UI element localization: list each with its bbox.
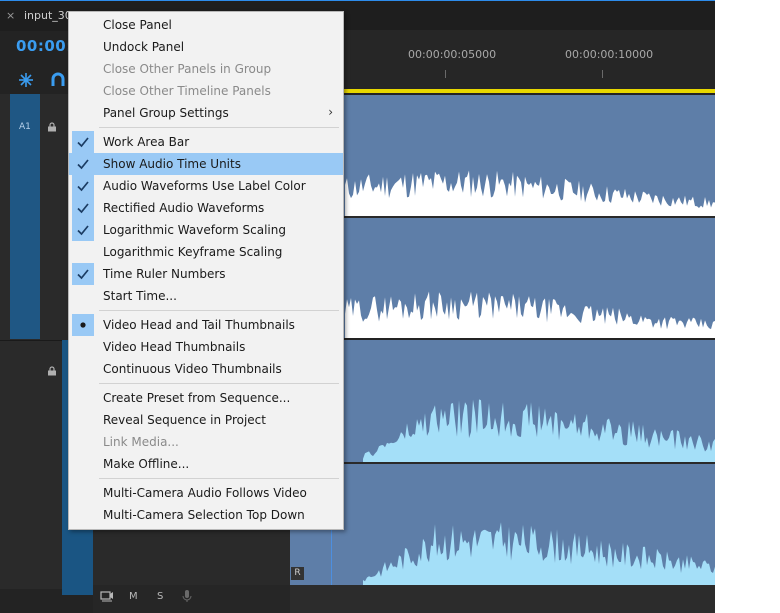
channel-divider [290,462,715,464]
premiere-timeline-panel: × input_30 00:00:0 00:00:00:05000 00:00:… [0,0,715,613]
menu-item-undock-panel[interactable]: Undock Panel [69,36,343,58]
menu-item-label: Link Media... [103,435,179,449]
menu-item-gutter [72,409,94,431]
checkmark-icon [77,159,89,170]
menu-item-label: Close Panel [103,18,172,32]
menu-item-start-time[interactable]: Start Time... [69,285,343,307]
menu-item-gutter [72,241,94,263]
menu-item-continuous-video-thumbnails[interactable]: Continuous Video Thumbnails [69,358,343,380]
ruler-timecode-label: 00:00:00:05000 [408,48,497,61]
checkmark-icon [77,269,89,280]
menu-item-gutter [72,453,94,475]
checkmark-icon [77,181,89,192]
menu-item-audio-waveforms-use-label-color[interactable]: Audio Waveforms Use Label Color [69,175,343,197]
menu-item-gutter [72,431,94,453]
menu-item-show-audio-time-units[interactable]: Show Audio Time Units [69,153,343,175]
menu-item-close-other-panels-in-group: Close Other Panels in Group [69,58,343,80]
menu-item-label: Close Other Panels in Group [103,62,272,76]
menu-item-label: Work Area Bar [103,135,190,149]
menu-separator [99,127,339,128]
menu-item-time-ruler-numbers[interactable]: Time Ruler Numbers [69,263,343,285]
sequence-tab-title[interactable]: input_30 [24,9,72,22]
menu-item-label: Panel Group Settings [103,106,229,120]
time-ruler[interactable]: 00:00:00:05000 00:00:00:10000 [290,30,715,90]
menu-item-label: Reveal Sequence in Project [103,413,266,427]
menu-separator [99,310,339,311]
menu-item-gutter [72,504,94,526]
menu-item-label: Continuous Video Thumbnails [103,362,282,376]
menu-item-rectified-audio-waveforms[interactable]: Rectified Audio Waveforms [69,197,343,219]
menu-item-logarithmic-keyframe-scaling[interactable]: Logarithmic Keyframe Scaling [69,241,343,263]
menu-item-close-other-timeline-panels: Close Other Timeline Panels [69,80,343,102]
menu-item-label: Audio Waveforms Use Label Color [103,179,306,193]
menu-item-gutter [72,387,94,409]
a1-track-label: A1 [19,122,31,132]
menu-item-gutter [72,102,94,124]
timeline-bottom-area [290,585,715,613]
menu-item-label: Multi-Camera Audio Follows Video [103,486,307,500]
menu-item-video-head-thumbnails[interactable]: Video Head Thumbnails [69,336,343,358]
microphone-icon[interactable] [182,589,192,603]
menu-item-close-panel[interactable]: Close Panel [69,14,343,36]
channel-divider [290,216,715,218]
solo-button[interactable]: S [157,591,163,602]
menu-item-video-head-and-tail-thumbnails[interactable]: Video Head and Tail Thumbnails [69,314,343,336]
menu-item-reveal-sequence-in-project[interactable]: Reveal Sequence in Project [69,409,343,431]
toggle-sync-icon[interactable] [100,591,114,602]
menu-item-label: Logarithmic Keyframe Scaling [103,245,283,259]
menu-item-gutter [72,285,94,307]
menu-item-gutter [72,482,94,504]
menu-item-panel-group-settings[interactable]: Panel Group Settings › [69,102,343,124]
menu-item-label: Multi-Camera Selection Top Down [103,508,305,522]
menu-item-multi-camera-selection-top-down[interactable]: Multi-Camera Selection Top Down [69,504,343,526]
menu-item-gutter [72,58,94,80]
menu-item-label: Make Offline... [103,457,190,471]
menu-item-gutter [72,358,94,380]
snap-icon[interactable] [18,72,34,88]
menu-item-link-media: Link Media... [69,431,343,453]
menu-item-label: Video Head Thumbnails [103,340,246,354]
menu-item-gutter [72,80,94,102]
menu-item-multi-camera-audio-follows-video[interactable]: Multi-Camera Audio Follows Video [69,482,343,504]
checkmark-icon [77,137,89,148]
menu-item-label: Show Audio Time Units [103,157,241,171]
ruler-timecode-label: 00:00:00:10000 [565,48,654,61]
ruler-tick [602,70,603,78]
lock-icon[interactable] [47,366,57,376]
menu-item-label: Start Time... [103,289,177,303]
panel-context-menu: Close Panel Undock Panel Close Other Panel… [68,11,344,530]
radio-dot-icon [80,322,86,328]
menu-separator [99,383,339,384]
menu-item-label: Video Head and Tail Thumbnails [103,318,295,332]
menu-separator [99,478,339,479]
menu-item-work-area-bar[interactable]: Work Area Bar [69,131,343,153]
linked-selection-icon[interactable] [50,72,66,88]
menu-item-label: Rectified Audio Waveforms [103,201,265,215]
lock-icon[interactable] [47,122,57,132]
checkmark-icon [77,225,89,236]
menu-item-make-offline[interactable]: Make Offline... [69,453,343,475]
checkmark-icon [77,203,89,214]
close-tab-icon[interactable]: × [6,9,15,22]
menu-item-gutter [72,336,94,358]
menu-item-label: Close Other Timeline Panels [103,84,271,98]
menu-item-label: Create Preset from Sequence... [103,391,291,405]
mute-button[interactable]: M [129,591,138,602]
menu-item-gutter [72,36,94,58]
clip-r-badge: R [291,567,304,580]
submenu-arrow-icon: › [328,105,333,119]
ruler-tick [445,70,446,78]
work-area-bar[interactable] [290,89,715,93]
menu-item-label: Logarithmic Waveform Scaling [103,223,286,237]
menu-item-label: Undock Panel [103,40,185,54]
menu-item-create-preset-from-sequence[interactable]: Create Preset from Sequence... [69,387,343,409]
menu-item-gutter [72,14,94,36]
menu-item-label: Time Ruler Numbers [103,267,226,281]
menu-item-logarithmic-waveform-scaling[interactable]: Logarithmic Waveform Scaling [69,219,343,241]
